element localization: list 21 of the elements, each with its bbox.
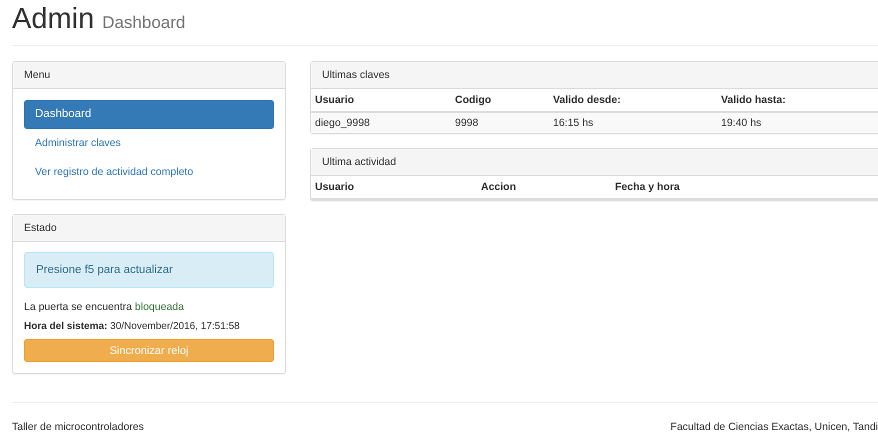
table-cell: 19:40 hs <box>717 112 878 133</box>
table-cell: 9998 <box>451 112 549 133</box>
panel-title: Menu <box>24 69 50 81</box>
page-subtitle: Dashboard <box>102 13 186 33</box>
door-status-text: La puerta se encuentra bloqueada <box>24 300 185 314</box>
column-header: Accion <box>477 176 611 199</box>
table-cell: diego_9998 <box>311 112 451 133</box>
page-title: Admin <box>12 2 94 36</box>
footer-text: Facultad de Ciencias Exactas, Unicen, Tandi <box>670 420 878 432</box>
menu-item[interactable]: Ver registro de actividad completo <box>24 158 274 187</box>
footer-text: Taller de microcontroladores <box>12 420 144 432</box>
column-header: Usuario <box>311 176 477 199</box>
panel-title: Ultima actividad <box>322 156 396 168</box>
menu-item[interactable]: Administrar claves <box>24 129 274 158</box>
table-cell: 16:15 hs <box>549 112 717 133</box>
info-alert: Presione f5 para actualizar <box>24 252 274 288</box>
panel-title: Ultimas claves <box>322 69 390 81</box>
panel-title: Estado <box>24 222 57 234</box>
system-time-text: Hora del sistema: 30/November/2016, 17:51:58 <box>24 320 241 334</box>
column-header: Fecha y hora <box>611 176 878 199</box>
menu-item[interactable]: Dashboard <box>24 100 274 129</box>
